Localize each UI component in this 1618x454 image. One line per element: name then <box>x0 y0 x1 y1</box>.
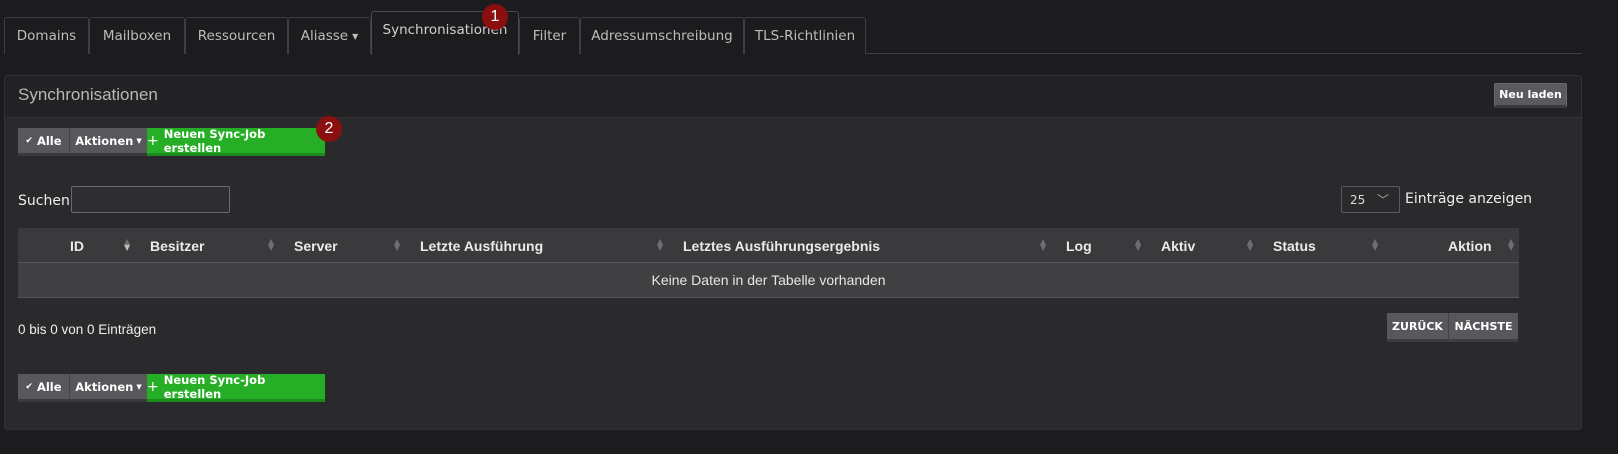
sort-icon: ▲ ▼ <box>657 237 664 252</box>
column-label: ID <box>70 237 84 254</box>
toolbar-bottom: ✔ Alle Aktionen ▼ + Neuen Sync-Job erstelle… <box>18 372 325 402</box>
actions-dropdown[interactable]: Aktionen ▼ <box>69 128 147 156</box>
select-all-button[interactable]: ✔ Alle <box>18 128 69 156</box>
next-page-button[interactable]: NÄCHSTE <box>1449 313 1518 342</box>
plus-icon: + <box>147 378 159 395</box>
tab-mailboxen[interactable]: Mailboxen <box>89 17 185 54</box>
nav-tabs: Domains Mailboxen Ressourcen Aliasse ▼ Sy… <box>4 10 1582 55</box>
tab-tls-richtlinien[interactable]: TLS-Richtlinien <box>744 17 866 54</box>
caret-down-icon: ▼ <box>352 31 359 41</box>
column-label: Letztes Ausführungsergebnis <box>683 237 881 254</box>
column-header-aktiv[interactable]: Aktiv <box>1161 228 1195 263</box>
panel-header: Synchronisationen Neu laden <box>5 76 1581 118</box>
actions-dropdown[interactable]: Aktionen ▼ <box>69 374 147 402</box>
tab-label: Filter <box>532 28 567 44</box>
plus-icon: + <box>147 132 159 149</box>
column-label: Status <box>1273 237 1316 254</box>
column-label: Log <box>1066 237 1092 254</box>
tab-filter[interactable]: Filter <box>519 17 580 54</box>
tab-adressumschreibung[interactable]: Adressumschreibung <box>580 17 744 54</box>
caret-down-icon: ▼ <box>136 382 142 391</box>
empty-message: Keine Daten in der Tabelle vorhanden <box>651 272 886 288</box>
sort-icon: ▲ ▼ <box>1135 237 1142 252</box>
tab-domains[interactable]: Domains <box>4 17 89 54</box>
sync-panel: Synchronisationen Neu laden ✔ Alle Aktion… <box>4 75 1582 430</box>
select-all-label: Alle <box>36 379 62 394</box>
chevron-down-icon: ﹀ <box>1376 193 1389 207</box>
column-header-server[interactable]: Server <box>294 228 338 263</box>
sort-icon: ▲ ▼ <box>1247 237 1254 252</box>
column-header-id[interactable]: ID <box>70 228 84 263</box>
step-badge-2: 2 <box>316 116 342 142</box>
prev-page-button[interactable]: ZURÜCK <box>1387 313 1449 342</box>
table-header: ID ▲ ▼ Besitzer ▲ ▼ Server ▲ ▼ Letzte Ausfü… <box>18 228 1519 263</box>
sort-icon: ▲ ▼ <box>268 237 275 252</box>
create-label: Neuen Sync-Job erstellen <box>163 372 266 401</box>
tab-label: Domains <box>16 28 77 44</box>
pagination: ZURÜCK NÄCHSTE <box>1387 313 1518 342</box>
page-length-value: 25 <box>1350 192 1366 207</box>
create-sync-job-button[interactable]: + Neuen Sync-Job erstellen <box>147 372 325 402</box>
reload-button[interactable]: Neu laden <box>1494 83 1567 108</box>
panel-title: Synchronisationen <box>18 85 158 104</box>
create-label: Neuen Sync-Job erstellen <box>163 126 266 155</box>
column-label: Aktion <box>1448 237 1492 254</box>
page-length-label: Einträge anzeigen <box>1405 191 1533 207</box>
sort-icon: ▲ ▼ <box>394 237 401 252</box>
check-all-icon: ✔ <box>25 135 33 146</box>
check-all-icon: ✔ <box>25 381 33 392</box>
table-info: 0 bis 0 von 0 Einträgen <box>18 322 157 337</box>
column-label: Server <box>294 237 338 254</box>
search-input[interactable] <box>71 186 230 213</box>
column-header-status[interactable]: Status <box>1273 228 1316 263</box>
caret-down-icon: ▼ <box>136 136 142 145</box>
column-header-letztes-ergebnis[interactable]: Letztes Ausführungsergebnis <box>683 228 880 263</box>
tab-label: Aliasse <box>300 28 349 44</box>
create-sync-job-button[interactable]: + Neuen Sync-Job erstellen <box>147 126 325 156</box>
tab-label: Mailboxen <box>102 28 172 44</box>
column-header-besitzer[interactable]: Besitzer <box>150 228 204 263</box>
toolbar-top: ✔ Alle Aktionen ▼ + Neuen Sync-Job erstelle… <box>18 126 325 156</box>
tab-aliasse[interactable]: Aliasse ▼ <box>288 17 371 54</box>
tab-ressourcen[interactable]: Ressourcen <box>185 17 288 54</box>
column-header-aktion[interactable]: Aktion <box>1448 228 1492 263</box>
column-label: Aktiv <box>1161 237 1196 254</box>
actions-label: Aktionen <box>75 379 134 394</box>
select-all-button[interactable]: ✔ Alle <box>18 374 69 402</box>
select-all-label: Alle <box>36 133 62 148</box>
sort-icon: ▲ ▼ <box>124 237 131 252</box>
step-badge-1: 1 <box>482 4 508 30</box>
tab-label: Adressumschreibung <box>591 28 733 44</box>
actions-label: Aktionen <box>75 133 134 148</box>
sort-icon: ▲ ▼ <box>1372 237 1379 252</box>
tab-label: TLS-Richtlinien <box>754 28 856 44</box>
column-label: Letzte Ausführung <box>420 237 544 254</box>
column-header-log[interactable]: Log <box>1066 228 1092 263</box>
page-length-select[interactable]: 25 ﹀ <box>1341 186 1400 213</box>
table-empty-row: Keine Daten in der Tabelle vorhanden <box>18 263 1519 298</box>
sort-icon: ▲ ▼ <box>1508 237 1515 252</box>
column-header-letzte-ausfuehrung[interactable]: Letzte Ausführung <box>420 228 543 263</box>
search-label: Suchen <box>18 193 70 209</box>
sync-jobs-table: ID ▲ ▼ Besitzer ▲ ▼ Server ▲ ▼ Letzte Ausfü… <box>18 228 1519 298</box>
sort-icon: ▲ ▼ <box>1040 237 1047 252</box>
tab-label: Ressourcen <box>197 28 276 44</box>
column-label: Besitzer <box>150 237 205 254</box>
